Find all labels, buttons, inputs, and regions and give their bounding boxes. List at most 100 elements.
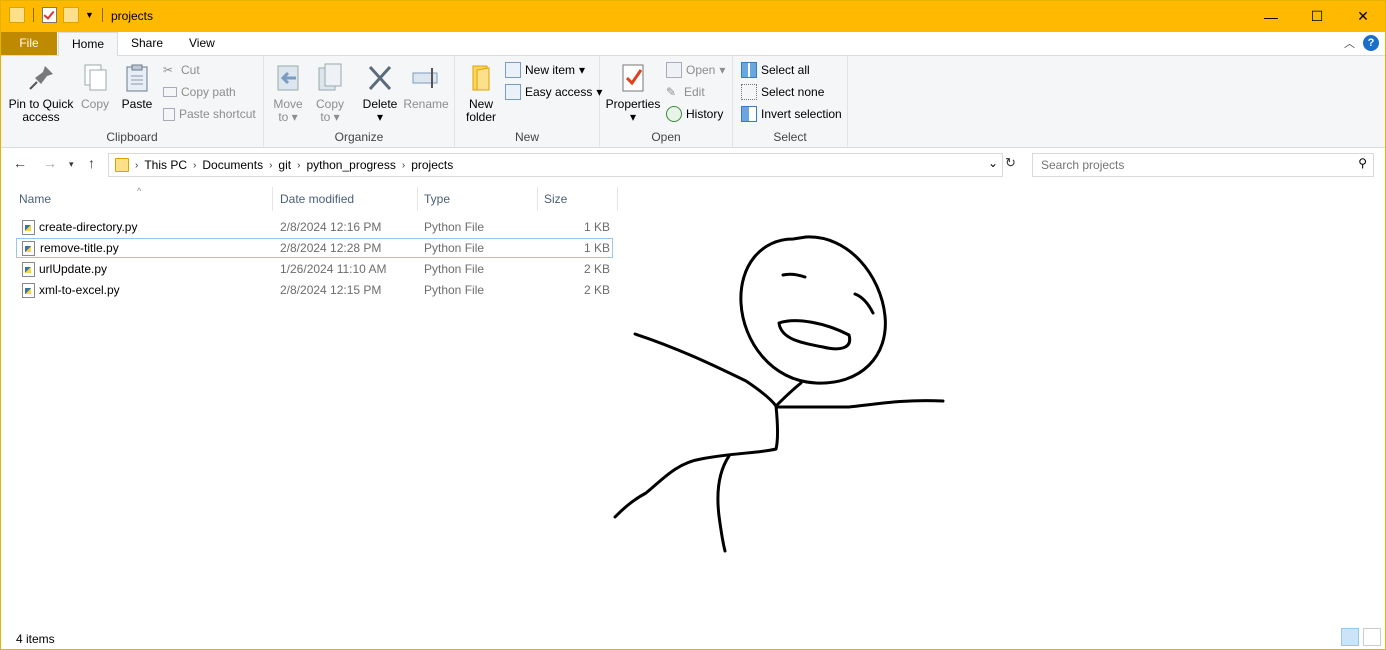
new-item-button[interactable]: New item ▾ <box>505 60 585 80</box>
easy-access-button[interactable]: Easy access ▾ <box>505 82 602 102</box>
forward-arrow-icon[interactable]: → <box>43 155 57 171</box>
history-label: History <box>686 107 724 121</box>
new-group: New folder New item ▾ Easy access ▾ New <box>455 56 602 147</box>
chevron-right-icon[interactable]: › <box>135 160 138 171</box>
ribbon-tabs: File Home Share View ︿ ? <box>1 32 1385 57</box>
tab-share[interactable]: Share <box>118 32 176 55</box>
rename-icon <box>410 62 442 94</box>
select-all-button[interactable]: Select all <box>741 60 810 80</box>
select-all-label: Select all <box>761 63 810 77</box>
tab-file[interactable]: File <box>1 32 57 55</box>
file-name: create-directory.py <box>39 220 138 234</box>
address-history-dropdown-icon[interactable]: ⌄ <box>988 156 998 170</box>
properties-dropdown-icon[interactable]: ▾ <box>604 111 662 124</box>
breadcrumb-this-pc[interactable]: This PC <box>144 158 187 172</box>
recent-locations-icon[interactable]: ▾ <box>69 159 74 170</box>
search-box[interactable]: ⚲ <box>1032 153 1374 177</box>
copy-button[interactable]: Copy <box>77 62 113 111</box>
move-to-button[interactable]: Move to ▾ <box>270 62 306 124</box>
scissors-icon: ✂ <box>163 63 174 77</box>
chevron-right-icon[interactable]: › <box>297 160 300 171</box>
open-icon <box>666 62 682 78</box>
select-group: Select all Select none Invert selection … <box>733 56 848 147</box>
large-icons-view-icon[interactable] <box>1363 628 1381 646</box>
file-row[interactable]: xml-to-excel.py 2/8/2024 12:15 PM Python… <box>16 280 613 300</box>
cut-button[interactable]: ✂ Cut <box>163 60 200 80</box>
up-arrow-icon[interactable]: ↑ <box>88 155 95 171</box>
file-row[interactable]: create-directory.py 2/8/2024 12:16 PM Py… <box>16 217 613 237</box>
delete-x-icon <box>364 62 396 94</box>
help-icon[interactable]: ? <box>1363 35 1379 51</box>
file-row[interactable]: remove-title.py 2/8/2024 12:28 PM Python… <box>16 238 613 258</box>
edit-icon: ✎ <box>666 85 677 99</box>
file-date: 2/8/2024 12:16 PM <box>280 220 382 234</box>
copy-to-button[interactable]: Copy to ▾ <box>312 62 348 124</box>
open-label: Open <box>686 63 716 77</box>
open-button[interactable]: Open ▾ <box>666 60 725 80</box>
divider <box>33 8 34 22</box>
stick-figure-drawing <box>613 235 945 553</box>
chevron-right-icon[interactable]: › <box>402 160 405 171</box>
file-type: Python File <box>424 241 485 255</box>
address-bar[interactable]: › This PC › Documents › git › python_pro… <box>108 153 1003 177</box>
copy-to-label-line2: to ▾ <box>320 110 340 124</box>
select-all-icon <box>741 62 757 78</box>
customize-toolbar-icon[interactable]: ▼ <box>85 10 94 20</box>
chevron-right-icon[interactable]: › <box>193 160 196 171</box>
search-icon[interactable]: ⚲ <box>1358 156 1367 170</box>
tab-home[interactable]: Home <box>58 32 119 57</box>
properties-button[interactable]: Properties ▾ <box>604 62 662 124</box>
easy-access-label: Easy access <box>525 85 593 99</box>
window-title: projects <box>111 9 154 23</box>
history-button[interactable]: History <box>666 104 723 124</box>
paste-shortcut-button[interactable]: Paste shortcut <box>163 104 256 124</box>
breadcrumb-git[interactable]: git <box>278 158 291 172</box>
column-header-date[interactable]: Date modified <box>274 187 418 211</box>
history-icon <box>666 106 682 122</box>
invert-selection-button[interactable]: Invert selection <box>741 104 842 124</box>
paste-button[interactable]: Paste <box>117 62 157 111</box>
delete-dropdown-icon[interactable]: ▾ <box>360 111 400 124</box>
column-header-type[interactable]: Type <box>418 187 538 211</box>
details-view-icon[interactable] <box>1341 628 1359 646</box>
rename-button[interactable]: Rename <box>402 62 450 111</box>
copy-to-icon <box>314 62 346 94</box>
delete-button[interactable]: Delete ▾ <box>360 62 400 124</box>
edit-label: Edit <box>684 85 705 99</box>
breadcrumb-projects[interactable]: projects <box>411 158 453 172</box>
breadcrumb-documents[interactable]: Documents <box>202 158 263 172</box>
column-header-size[interactable]: Size <box>538 187 618 211</box>
new-folder-icon <box>465 62 497 94</box>
collapse-ribbon-icon[interactable]: ︿ <box>1344 35 1355 51</box>
python-file-icon <box>22 241 35 256</box>
new-folder-button[interactable]: New folder <box>461 62 501 124</box>
maximize-button[interactable]: ☐ <box>1294 1 1340 32</box>
move-to-label-line2: to ▾ <box>278 110 298 124</box>
copy-path-label: Copy path <box>181 85 236 99</box>
search-input[interactable] <box>1039 154 1343 176</box>
select-none-button[interactable]: Select none <box>741 82 824 102</box>
copy-path-button[interactable]: Copy path <box>163 82 236 102</box>
navigation-bar: ← → ▾ ↑ › This PC › Documents › git › py… <box>1 153 1385 177</box>
close-button[interactable]: ✕ <box>1340 1 1386 32</box>
file-name: xml-to-excel.py <box>39 283 120 297</box>
clipboard-group: Pin to Quick access Copy Paste ✂ Cut Cop… <box>1 56 264 147</box>
divider <box>101 8 103 22</box>
chevron-right-icon[interactable]: › <box>269 160 272 171</box>
organize-group-label: Organize <box>334 130 384 144</box>
pin-to-quick-access-button[interactable]: Pin to Quick access <box>7 62 75 124</box>
refresh-icon[interactable]: ↻ <box>1005 155 1016 171</box>
breadcrumb-python-progress[interactable]: python_progress <box>306 158 395 172</box>
pin-label-line2: access <box>22 110 60 124</box>
new-folder-quick-icon[interactable] <box>63 7 79 23</box>
edit-button[interactable]: ✎ Edit <box>666 82 705 102</box>
rename-label: Rename <box>403 97 449 111</box>
back-arrow-icon[interactable]: ← <box>13 155 27 171</box>
minimize-button[interactable]: — <box>1248 1 1294 32</box>
properties-quick-icon[interactable] <box>42 7 57 23</box>
file-date: 2/8/2024 12:28 PM <box>280 241 382 255</box>
paste-label: Paste <box>121 97 153 111</box>
column-header-name[interactable]: Name ^ <box>13 186 273 211</box>
file-row[interactable]: urlUpdate.py 1/26/2024 11:10 AM Python F… <box>16 259 613 279</box>
tab-view[interactable]: View <box>176 32 228 55</box>
